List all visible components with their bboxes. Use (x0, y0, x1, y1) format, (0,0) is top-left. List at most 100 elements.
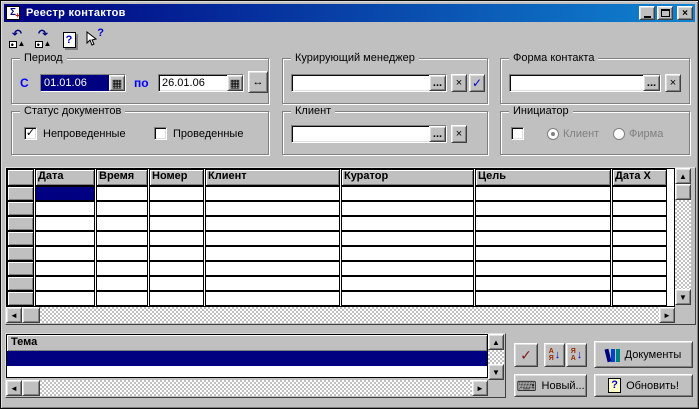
table-cell[interactable] (35, 186, 95, 201)
row-selector[interactable] (7, 201, 34, 216)
manager-apply-button[interactable]: ✓ (469, 74, 485, 92)
horizontal-scroll-thumb[interactable] (22, 307, 40, 323)
table-cell[interactable] (35, 276, 95, 291)
sort-ascending-button[interactable]: АЯ ↓ (544, 343, 565, 367)
table-cell[interactable] (35, 216, 95, 231)
table-cell[interactable] (96, 291, 148, 306)
documents-button[interactable]: Документы (594, 341, 693, 368)
table-cell[interactable] (341, 216, 474, 231)
contact-form-input[interactable] (510, 75, 643, 91)
row-selector[interactable] (7, 216, 34, 231)
manager-browse-button[interactable]: ... (429, 75, 446, 91)
posted-checkbox[interactable] (154, 127, 167, 140)
row-selector[interactable] (7, 231, 34, 246)
table-cell[interactable] (149, 216, 204, 231)
table-cell[interactable] (205, 246, 340, 261)
row-selector[interactable] (7, 261, 34, 276)
scroll-right-button[interactable]: ► (659, 307, 675, 323)
theme-selected-row[interactable] (6, 351, 488, 366)
vertical-scroll-track[interactable] (488, 350, 504, 364)
table-cell[interactable] (612, 261, 667, 276)
initiator-checkbox[interactable] (511, 127, 524, 140)
table-cell[interactable] (612, 216, 667, 231)
table-cell[interactable] (341, 261, 474, 276)
table-cell[interactable] (341, 201, 474, 216)
table-cell[interactable] (612, 201, 667, 216)
scroll-up-button[interactable]: ▲ (488, 334, 504, 350)
table-cell[interactable] (475, 246, 611, 261)
unposted-checkbox[interactable]: ✓ (24, 127, 37, 140)
period-range-button[interactable]: ↔ (248, 71, 268, 93)
vertical-scroll-thumb[interactable] (675, 184, 691, 200)
scroll-right-button[interactable]: ► (472, 380, 488, 396)
contact-form-browse-button[interactable]: ... (643, 75, 660, 91)
table-cell[interactable] (149, 201, 204, 216)
row-selector[interactable] (7, 276, 34, 291)
table-vertical-scrollbar[interactable]: ▲ ▼ (675, 168, 692, 305)
scroll-down-button[interactable]: ▼ (675, 289, 691, 305)
table-cell[interactable] (96, 216, 148, 231)
table-cell[interactable] (475, 186, 611, 201)
scroll-left-button[interactable]: ◄ (6, 380, 22, 396)
horizontal-scroll-thumb[interactable] (22, 380, 40, 396)
table-cell[interactable] (475, 216, 611, 231)
table-cell[interactable] (149, 291, 204, 306)
table-cell[interactable] (612, 186, 667, 201)
scroll-left-button[interactable]: ◄ (6, 307, 22, 323)
table-cell[interactable] (341, 186, 474, 201)
table-cell[interactable] (341, 231, 474, 246)
contact-form-clear-button[interactable]: × (665, 74, 681, 92)
theme-vertical-scrollbar[interactable]: ▲ ▼ (488, 334, 505, 380)
table-cell[interactable] (341, 291, 474, 306)
table-cell[interactable] (205, 231, 340, 246)
table-cell[interactable] (205, 261, 340, 276)
title-bar[interactable]: Σ + Реестр контактов × (4, 4, 695, 22)
table-cell[interactable] (475, 276, 611, 291)
table-cell[interactable] (341, 276, 474, 291)
table-cell[interactable] (96, 246, 148, 261)
table-cell[interactable] (96, 231, 148, 246)
table-cell[interactable] (612, 276, 667, 291)
scroll-up-button[interactable]: ▲ (675, 168, 691, 184)
table-cell[interactable] (149, 231, 204, 246)
table-cell[interactable] (205, 201, 340, 216)
client-browse-button[interactable]: ... (429, 126, 446, 142)
date-to-input[interactable] (159, 75, 227, 91)
horizontal-scroll-track[interactable] (40, 380, 472, 396)
maximize-button[interactable] (657, 6, 673, 20)
table-cell[interactable] (96, 276, 148, 291)
table-cell[interactable] (149, 261, 204, 276)
client-clear-button[interactable]: × (451, 125, 467, 143)
table-cell[interactable] (475, 201, 611, 216)
minimize-button[interactable] (639, 6, 655, 20)
table-cell[interactable] (35, 231, 95, 246)
table-cell[interactable] (475, 261, 611, 276)
vertical-scroll-track[interactable] (675, 200, 691, 289)
horizontal-scroll-track[interactable] (40, 307, 659, 323)
context-help-button[interactable]: ? (85, 27, 105, 48)
row-selector[interactable] (7, 291, 34, 306)
table-cell[interactable] (205, 291, 340, 306)
table-cell[interactable] (341, 246, 474, 261)
table-cell[interactable] (35, 261, 95, 276)
client-input[interactable] (292, 126, 429, 142)
table-horizontal-scrollbar[interactable]: ◄ ► (6, 307, 675, 324)
table-cell[interactable] (205, 186, 340, 201)
row-selector[interactable] (7, 186, 34, 201)
prev-interval-button[interactable]: ↶ ▲ (7, 28, 27, 48)
date-from-calendar-button[interactable]: ▦ (109, 75, 125, 91)
table-cell[interactable] (205, 216, 340, 231)
theme-row[interactable] (6, 366, 488, 378)
scroll-down-button[interactable]: ▼ (488, 364, 504, 380)
initiator-client-radio[interactable] (547, 128, 559, 140)
theme-horizontal-scrollbar[interactable]: ◄ ► (6, 380, 488, 397)
table-cell[interactable] (149, 186, 204, 201)
table-cell[interactable] (612, 231, 667, 246)
table-cell[interactable] (149, 276, 204, 291)
table-cell[interactable] (35, 246, 95, 261)
table-cell[interactable] (612, 291, 667, 306)
manager-clear-button[interactable]: × (451, 74, 467, 92)
help-button[interactable]: ? (59, 28, 79, 48)
table-cell[interactable] (149, 246, 204, 261)
confirm-button[interactable]: ✓ (514, 343, 538, 367)
